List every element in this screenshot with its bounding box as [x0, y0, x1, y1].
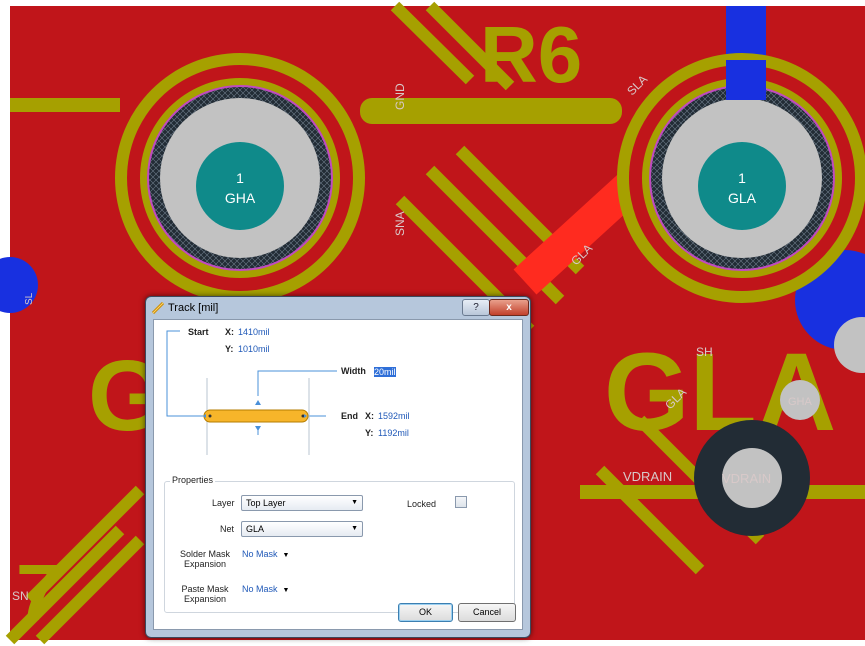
help-button[interactable]: ? — [462, 299, 490, 316]
end-label: End — [341, 411, 358, 421]
track-icon — [152, 302, 164, 314]
solder-mask-label: Solder Mask Expansion — [179, 549, 231, 569]
net-label: SH — [696, 345, 713, 359]
width-label: Width — [341, 366, 366, 376]
net-label: VDRAIN — [722, 471, 771, 486]
silkscreen-bar — [10, 98, 120, 112]
dialog-titlebar[interactable]: Track [mil] ? x — [146, 297, 530, 319]
designator-r6: R6 — [480, 10, 582, 99]
track-geometry-diagram — [166, 330, 337, 455]
net-select-value: GLA — [246, 524, 265, 534]
track-properties-dialog[interactable]: Track [mil] ? x Start X: 1410mil Y: 1010… — [145, 296, 531, 638]
start-y-value[interactable]: 1010mil — [238, 344, 270, 354]
net-select[interactable]: GLA ▼ — [241, 521, 363, 537]
start-y-label: Y: — [225, 344, 234, 354]
chevron-down-icon: ▼ — [282, 587, 290, 594]
solder-mask-dropdown[interactable]: No Mask ▼ — [242, 549, 289, 559]
paste-mask-label: Paste Mask Expansion — [181, 584, 229, 604]
end-y-label: Y: — [365, 428, 374, 438]
cancel-button[interactable]: Cancel — [458, 603, 516, 622]
net-label: SN — [12, 589, 29, 603]
layer-select[interactable]: Top Layer ▼ — [241, 495, 363, 511]
dialog-client: Start X: 1410mil Y: 1010mil Width 20mil … — [153, 319, 523, 630]
locked-label: Locked — [407, 499, 437, 509]
track-preview — [203, 409, 309, 423]
svg-text:1: 1 — [738, 170, 746, 186]
pad-gha[interactable]: 1 GHA — [115, 53, 365, 303]
end-x-label: X: — [365, 411, 374, 421]
start-x-label: X: — [225, 327, 234, 337]
net-label: VDRAIN — [623, 469, 672, 484]
chevron-down-icon: ▼ — [351, 499, 358, 506]
layer-select-value: Top Layer — [246, 498, 286, 508]
end-y-value[interactable]: 1192mil — [378, 428, 409, 438]
net-label: GND — [393, 83, 407, 110]
layer-label: Layer — [212, 498, 235, 508]
net-label: SL — [24, 292, 35, 305]
chevron-down-icon: ▼ — [282, 552, 290, 559]
width-input[interactable]: 20mil — [373, 366, 405, 378]
paste-mask-dropdown[interactable]: No Mask ▼ — [242, 584, 289, 594]
locked-checkbox[interactable] — [455, 496, 467, 508]
net-label: GHA — [788, 396, 813, 408]
close-button[interactable]: x — [489, 299, 529, 316]
start-label: Start — [188, 327, 209, 337]
net-label: Net — [220, 524, 235, 534]
svg-text:GLA: GLA — [728, 190, 757, 206]
properties-label: Properties — [170, 475, 216, 485]
bottom-layer-track[interactable] — [726, 60, 766, 100]
net-label: SNA — [393, 211, 407, 236]
start-x-value[interactable]: 1410mil — [238, 327, 270, 337]
svg-text:1: 1 — [236, 170, 244, 186]
chevron-down-icon: ▼ — [351, 525, 358, 532]
dialog-title: Track [mil] — [168, 302, 219, 314]
ok-button[interactable]: OK — [398, 603, 453, 622]
svg-text:GHA: GHA — [225, 190, 256, 206]
width-value[interactable]: 20mil — [374, 367, 396, 377]
end-x-value[interactable]: 1592mil — [378, 411, 410, 421]
